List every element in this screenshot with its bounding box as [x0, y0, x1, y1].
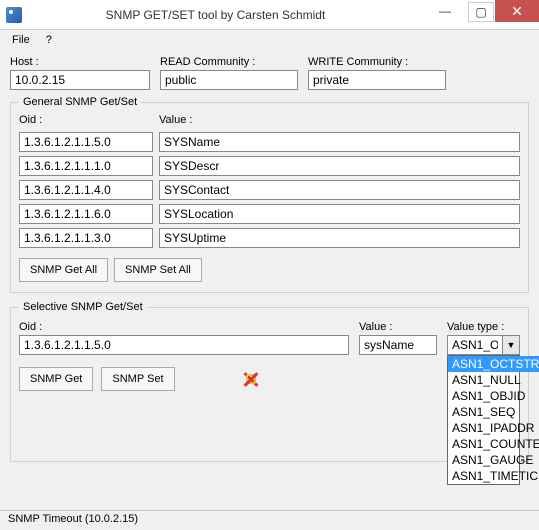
value-type-option[interactable]: ASN1_GAUGE	[448, 452, 539, 468]
oid-input[interactable]	[19, 156, 153, 176]
window-controls: — ▢ ✕	[423, 0, 539, 29]
write-community-label: WRITE Community :	[308, 56, 456, 68]
value-type-option[interactable]: ASN1_SEQ	[448, 404, 539, 420]
value-type-option[interactable]: ASN1_IPADDR	[448, 420, 539, 436]
snmp-set-button[interactable]: SNMP Set	[101, 367, 174, 391]
oid-input[interactable]	[19, 180, 153, 200]
value-input[interactable]	[159, 204, 520, 224]
value-type-option[interactable]: ASN1_OCTSTR	[448, 356, 539, 372]
read-community-label: READ Community :	[160, 56, 308, 68]
selective-group: Selective SNMP Get/Set Oid : Value : Val…	[10, 301, 529, 462]
value-type-option[interactable]: ASN1_OBJID	[448, 388, 539, 404]
value-header: Value :	[159, 114, 520, 126]
close-button[interactable]: ✕	[495, 0, 539, 22]
oid-header: Oid :	[19, 114, 159, 126]
menu-bar: File ?	[0, 30, 539, 50]
snmp-get-all-button[interactable]: SNMP Get All	[19, 258, 108, 282]
read-community-input[interactable]	[160, 70, 298, 90]
value-input[interactable]	[159, 180, 520, 200]
value-type-input[interactable]	[447, 335, 502, 355]
oid-input[interactable]	[19, 132, 153, 152]
host-label: Host :	[10, 56, 160, 68]
snmp-set-all-button[interactable]: SNMP Set All	[114, 258, 202, 282]
app-icon	[6, 7, 22, 23]
oid-value-row	[19, 180, 520, 200]
write-community-input[interactable]	[308, 70, 446, 90]
menu-file[interactable]: File	[6, 32, 36, 48]
value-type-label: Value type :	[447, 321, 520, 333]
selective-value-label: Value :	[359, 321, 437, 333]
oid-value-row	[19, 132, 520, 152]
oid-value-row	[19, 156, 520, 176]
selective-oid-input[interactable]	[19, 335, 349, 355]
value-type-dropdown-button[interactable]: ▼	[502, 335, 520, 355]
title-bar: SNMP GET/SET tool by Carsten Schmidt — ▢…	[0, 0, 539, 30]
value-input[interactable]	[159, 132, 520, 152]
cancel-icon[interactable]	[243, 371, 259, 387]
value-type-option[interactable]: ASN1_COUNTER	[448, 436, 539, 452]
value-type-dropdown-list[interactable]: ASN1_OCTSTRASN1_NULLASN1_OBJIDASN1_SEQAS…	[447, 355, 520, 485]
host-input[interactable]	[10, 70, 150, 90]
snmp-get-button[interactable]: SNMP Get	[19, 367, 93, 391]
general-legend: General SNMP Get/Set	[19, 96, 141, 108]
value-input[interactable]	[159, 156, 520, 176]
selective-oid-label: Oid :	[19, 321, 349, 333]
minimize-button[interactable]: —	[423, 0, 467, 22]
oid-input[interactable]	[19, 204, 153, 224]
value-type-option[interactable]: ASN1_NULL	[448, 372, 539, 388]
general-group: General SNMP Get/Set Oid : Value : SNMP …	[10, 96, 529, 293]
selective-value-input[interactable]	[359, 335, 437, 355]
connection-row: Host : READ Community : WRITE Community …	[10, 56, 529, 90]
oid-input[interactable]	[19, 228, 153, 248]
selective-legend: Selective SNMP Get/Set	[19, 301, 147, 313]
oid-value-row	[19, 204, 520, 224]
menu-help[interactable]: ?	[40, 32, 58, 48]
window-title: SNMP GET/SET tool by Carsten Schmidt	[28, 8, 423, 22]
value-input[interactable]	[159, 228, 520, 248]
status-bar: SNMP Timeout (10.0.2.15)	[0, 510, 539, 530]
value-type-option[interactable]: ASN1_TIMETICKS	[448, 468, 539, 484]
oid-value-row	[19, 228, 520, 248]
maximize-button[interactable]: ▢	[468, 2, 494, 22]
